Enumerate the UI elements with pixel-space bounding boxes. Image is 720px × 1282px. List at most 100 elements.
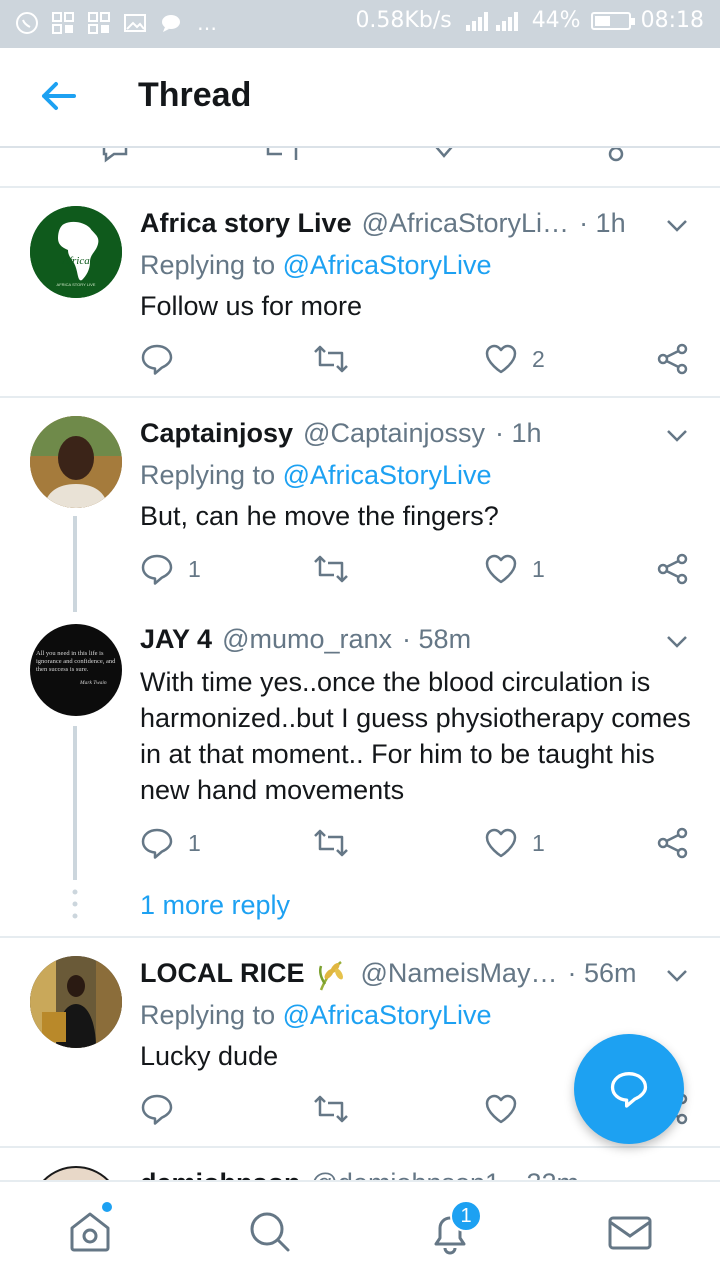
profile-photo: [30, 416, 122, 508]
display-name[interactable]: JAY 4: [140, 624, 212, 655]
replying-to-handle[interactable]: @AfricaStoryLive: [283, 1000, 492, 1030]
whatsapp-icon: [14, 10, 40, 36]
like-button[interactable]: [484, 1092, 518, 1126]
replying-to-label: Replying to: [140, 1000, 283, 1030]
africa-story-logo: Africa AFRICA STORY LIVE: [30, 206, 122, 298]
replying-to-handle[interactable]: @AfricaStoryLive: [283, 460, 492, 490]
avatar-quote: All you need in this life is ignorance a…: [36, 650, 116, 673]
user-handle[interactable]: @NameisMay…: [361, 958, 558, 989]
reply-button[interactable]: 1: [140, 826, 201, 860]
thread-connector: [73, 726, 77, 880]
retweet-button[interactable]: [312, 552, 350, 586]
page-title: Thread: [138, 76, 252, 114]
display-name[interactable]: Africa story Live: [140, 208, 352, 239]
like-count: 1: [532, 829, 545, 856]
avatar[interactable]: [30, 956, 122, 1048]
reply-icon[interactable]: [100, 148, 130, 164]
heart-icon: [485, 554, 517, 584]
timestamp: · 1h: [579, 208, 626, 238]
home-icon[interactable]: [66, 1208, 114, 1256]
like-button[interactable]: 2: [484, 342, 545, 376]
tweet[interactable]: demjohnson @demjohnson1 · 32m: [0, 1148, 720, 1180]
retweet-icon: [314, 555, 348, 583]
like-count: 1: [532, 555, 545, 582]
battery-icon: [590, 11, 635, 30]
reply-button[interactable]: [140, 342, 188, 376]
chevron-down-icon[interactable]: [664, 422, 690, 448]
reply-icon: [141, 554, 173, 585]
tweet-header: JAY 4 @mumo_ranx · 58m: [140, 624, 471, 660]
chevron-down-icon[interactable]: [664, 962, 690, 988]
avatar[interactable]: [30, 1166, 122, 1180]
retweet-button[interactable]: [312, 342, 350, 376]
bottom-navigation: 1: [0, 1180, 720, 1282]
tweet-header: LOCAL RICE @NameisMay… · 56m: [140, 958, 636, 994]
status-bar: … 0.58Kb/s 44% 08:18: [0, 0, 720, 48]
battery-percent: 44%: [531, 8, 581, 33]
avatar[interactable]: [30, 416, 122, 508]
replying-to-handle[interactable]: @AfricaStoryLive: [283, 250, 492, 280]
app-grid-icon: [86, 10, 112, 36]
more-replies-link[interactable]: 1 more reply: [140, 890, 290, 921]
reply-button[interactable]: 1: [140, 552, 201, 586]
share-icon: [657, 827, 688, 859]
avatar[interactable]: All you need in this life is ignorance a…: [30, 624, 122, 716]
thread-ellipsis: [72, 889, 78, 919]
user-handle[interactable]: @AfricaStoryLi…: [362, 208, 569, 239]
share-icon: [657, 343, 688, 375]
search-icon[interactable]: [246, 1208, 294, 1256]
timestamp: · 58m: [402, 624, 472, 654]
retweet-button[interactable]: [312, 826, 350, 860]
like-icon[interactable]: [428, 148, 460, 164]
display-name[interactable]: LOCAL RICE: [140, 958, 305, 989]
notifications-badge: 1: [450, 1200, 482, 1232]
messages-mail-icon[interactable]: [606, 1208, 654, 1256]
retweet-icon: [314, 1095, 348, 1123]
net-speed: 0.58Kb/s: [355, 8, 452, 33]
like-button[interactable]: 1: [484, 552, 545, 586]
user-handle[interactable]: @Captainjossy: [303, 418, 485, 449]
like-count: 2: [532, 345, 545, 372]
display-name[interactable]: Captainjosy: [140, 418, 293, 449]
image-icon: [122, 10, 148, 36]
chevron-down-icon[interactable]: [664, 1172, 690, 1180]
display-name[interactable]: demjohnson: [140, 1168, 301, 1180]
timestamp: · 56m: [567, 958, 637, 988]
tweet[interactable]: Captainjosy @Captainjossy · 1h Replying …: [0, 398, 720, 612]
back-arrow-icon[interactable]: [36, 74, 80, 118]
svg-text:AFRICA STORY LIVE: AFRICA STORY LIVE: [57, 282, 96, 287]
retweet-button[interactable]: [312, 1092, 350, 1126]
timestamp: · 32m: [510, 1168, 579, 1180]
tweet-header: Africa story Live @AfricaStoryLi… · 1h: [140, 208, 626, 244]
chevron-down-icon[interactable]: [664, 212, 690, 238]
user-handle[interactable]: @mumo_ranx: [222, 624, 392, 655]
share-button[interactable]: [656, 552, 690, 586]
like-button[interactable]: 1: [484, 826, 545, 860]
heart-icon: [485, 344, 517, 374]
tweet[interactable]: Africa AFRICA STORY LIVE Africa story Li…: [0, 188, 720, 394]
app-grid-icon: [50, 10, 76, 36]
share-icon[interactable]: [604, 148, 628, 164]
replying-to-label: Replying to: [140, 250, 283, 280]
reply-button[interactable]: [140, 1092, 174, 1126]
tweet[interactable]: All you need in this life is ignorance a…: [0, 612, 720, 932]
clock: 08:18: [640, 8, 704, 33]
signal-icon: [465, 11, 518, 31]
tweet-header: Captainjosy @Captainjossy · 1h: [140, 418, 542, 454]
share-button[interactable]: [656, 342, 690, 376]
svg-text:Africa: Africa: [61, 255, 90, 267]
reply-icon: [610, 1072, 648, 1108]
avatar[interactable]: Africa AFRICA STORY LIVE: [30, 206, 122, 298]
reply-icon: [141, 828, 173, 859]
share-button[interactable]: [656, 826, 690, 860]
user-handle[interactable]: @demjohnson1: [311, 1168, 501, 1180]
chevron-down-icon[interactable]: [664, 628, 690, 654]
retweet-icon: [314, 345, 348, 373]
reply-icon: [141, 1094, 173, 1125]
avatar-quote-author: Mark Twain: [80, 680, 107, 686]
heart-icon: [485, 1094, 517, 1124]
compose-reply-button[interactable]: [574, 1034, 684, 1144]
reply-icon: [141, 344, 173, 375]
retweet-icon[interactable]: [262, 148, 302, 164]
retweet-icon: [314, 829, 348, 857]
